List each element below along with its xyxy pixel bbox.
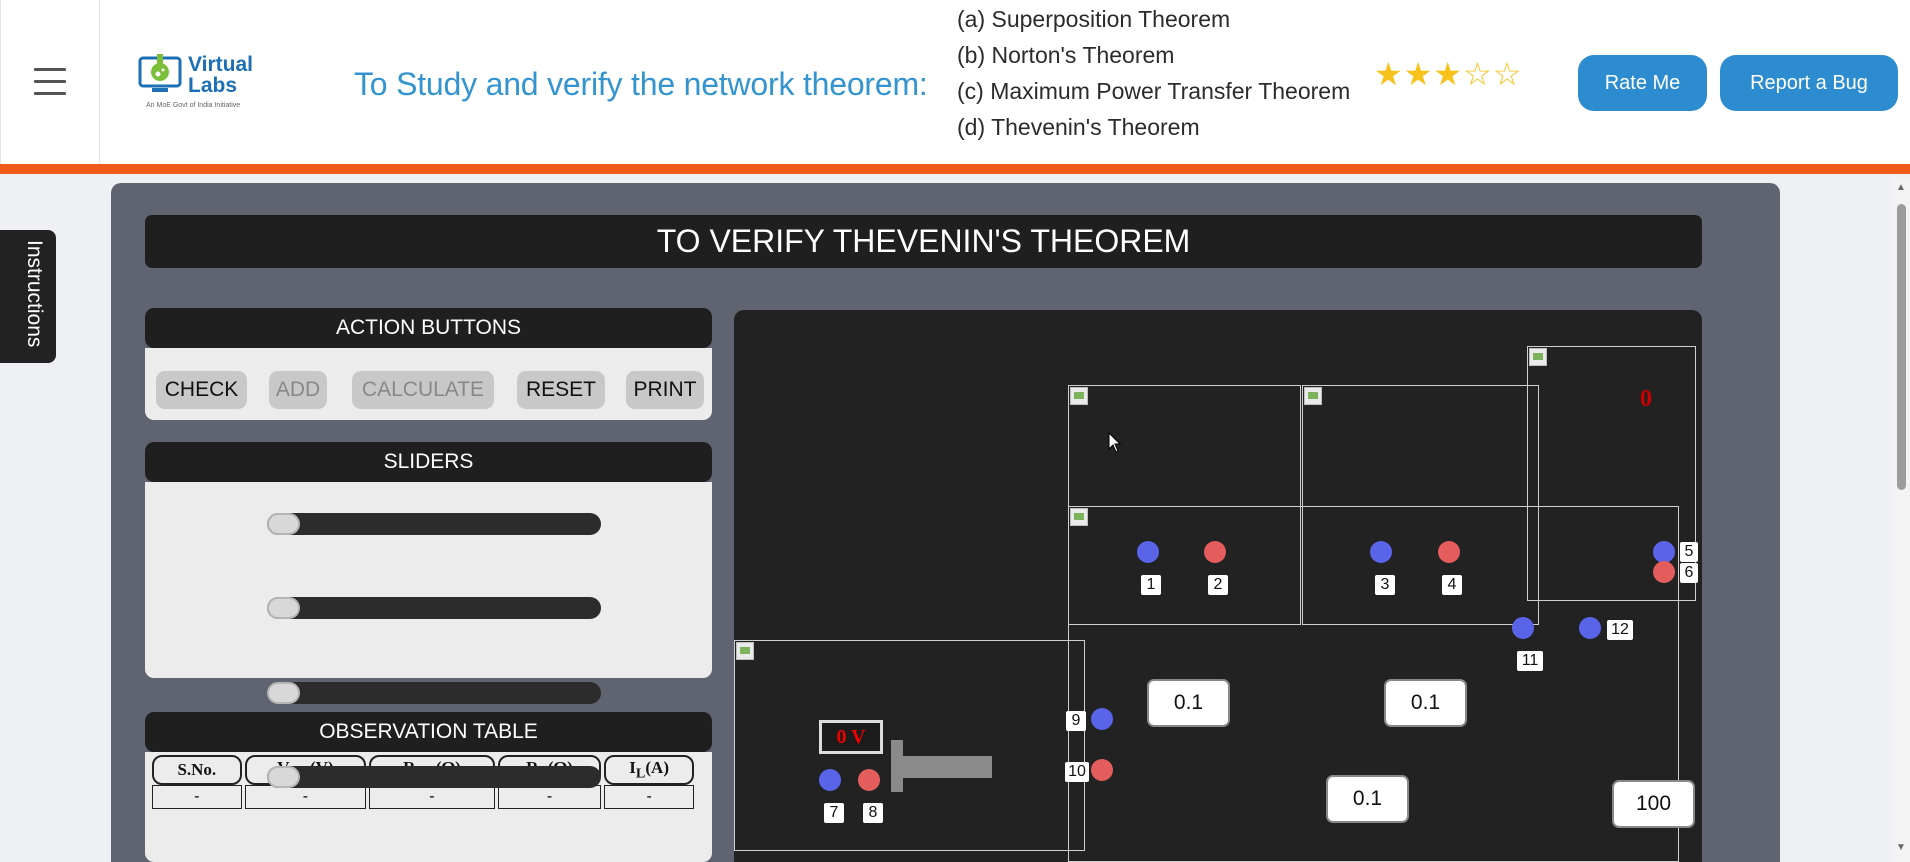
terminal-label: 1 [1141, 575, 1161, 595]
logo-text: Virtual Labs [188, 53, 253, 97]
broken-image-icon [1529, 348, 1547, 366]
check-button[interactable]: CHECK [156, 371, 247, 409]
terminal-label: 8 [863, 803, 883, 823]
terminal-label: 2 [1208, 575, 1228, 595]
table-cell: - [497, 785, 602, 809]
voltage-knob[interactable] [896, 756, 992, 778]
experiment-title: TO VERIFY THEVENIN'S THEOREM [145, 215, 1702, 268]
terminal-1[interactable] [1137, 541, 1159, 563]
column-header: IL(A) [604, 755, 694, 785]
terminal-10[interactable] [1091, 759, 1113, 781]
hamburger-menu-icon[interactable] [34, 68, 66, 104]
star-empty-icon[interactable]: ☆ [1463, 56, 1493, 92]
action-buttons-heading: ACTION BUTTONS [145, 308, 712, 348]
terminal-5[interactable] [1653, 541, 1675, 563]
table-cell: - [152, 785, 242, 809]
instructions-tab[interactable]: Instructions [0, 230, 56, 363]
terminal-label: 7 [824, 803, 844, 823]
theorem-item: (d) Thevenin's Theorem [957, 114, 1200, 140]
slider-track[interactable] [267, 597, 601, 619]
voltage-display: 0 V [819, 720, 883, 754]
power-supply-image [734, 640, 1085, 851]
theorem-item: (c) Maximum Power Transfer Theorem [957, 78, 1351, 104]
terminal-9[interactable] [1091, 708, 1113, 730]
print-button[interactable]: PRINT [626, 371, 704, 409]
resistance-input-r2[interactable]: 0.1 [1384, 679, 1467, 727]
report-bug-button[interactable]: Report a Bug [1720, 55, 1898, 111]
mouse-cursor-icon [1108, 432, 1122, 453]
terminal-label: 11 [1517, 651, 1543, 671]
terminal-label: 12 [1607, 620, 1633, 640]
reset-button[interactable]: RESET [517, 371, 605, 409]
scroll-down-arrow-icon[interactable]: ▼ [1896, 842, 1906, 853]
table-cell: - [369, 785, 495, 809]
sliders-heading: SLIDERS [145, 442, 712, 482]
terminal-label: 4 [1442, 575, 1462, 595]
terminal-4[interactable] [1438, 541, 1460, 563]
star-filled-icon[interactable]: ★ [1433, 56, 1463, 92]
theorem-item: (a) Superposition Theorem [957, 6, 1231, 32]
terminal-11[interactable] [1512, 617, 1534, 639]
broken-image-icon [736, 642, 754, 660]
header-accent-bar [0, 164, 1910, 174]
table-cell: - [604, 785, 694, 809]
scrollbar-thumb[interactable] [1897, 204, 1906, 490]
theorem-item: (b) Norton's Theorem [957, 42, 1175, 68]
broken-image-icon [1070, 387, 1088, 405]
scroll-up-arrow-icon[interactable]: ▲ [1896, 182, 1906, 193]
terminal-label: 3 [1375, 575, 1395, 595]
resistance-input-r1[interactable]: 0.1 [1147, 679, 1230, 727]
logo-tagline: An MoE Govt of India Initiative [146, 102, 241, 109]
observation-table-heading: OBSERVATION TABLE [145, 712, 712, 752]
slider-handle[interactable] [267, 766, 300, 788]
broken-image-icon [1070, 508, 1088, 526]
calculate-button[interactable]: CALCULATE [352, 371, 494, 409]
terminal-label: 10 [1065, 762, 1089, 782]
rating-stars[interactable]: ★★★☆☆ [1374, 58, 1522, 90]
rate-me-button[interactable]: Rate Me [1578, 55, 1707, 111]
page-heading: To Study and verify the network theorem: [354, 66, 928, 102]
terminal-label: 5 [1680, 542, 1698, 562]
star-filled-icon[interactable]: ★ [1374, 56, 1404, 92]
instructions-tab-label: Instructions [23, 240, 46, 348]
ammeter-reading: 0 [1640, 386, 1652, 412]
slider-handle[interactable] [267, 682, 300, 704]
terminal-8[interactable] [858, 769, 880, 791]
column-header: S.No. [152, 755, 242, 785]
menu-cell [0, 0, 100, 164]
add-button[interactable]: ADD [269, 371, 327, 409]
star-empty-icon[interactable]: ☆ [1493, 56, 1523, 92]
slider-handle[interactable] [267, 597, 300, 619]
terminal-3[interactable] [1370, 541, 1392, 563]
slider-track[interactable] [267, 682, 601, 704]
broken-image-icon [1304, 387, 1322, 405]
resistance-input-r3[interactable]: 0.1 [1326, 775, 1409, 823]
slider-track[interactable] [267, 513, 601, 535]
sliders-panel [145, 482, 712, 678]
slider-handle[interactable] [267, 513, 300, 535]
load-resistance-input[interactable]: 100 [1612, 780, 1695, 828]
site-header: Virtual Labs An MoE Govt of India Initia… [0, 0, 1910, 164]
star-filled-icon[interactable]: ★ [1404, 56, 1434, 92]
terminal-2[interactable] [1204, 541, 1226, 563]
table-cell: - [244, 785, 367, 809]
terminal-label: 9 [1066, 711, 1086, 731]
slider-track[interactable] [267, 766, 601, 788]
terminal-label: 6 [1680, 563, 1698, 583]
theorem-list: (a) Superposition Theorem (b) Norton's T… [957, 2, 1350, 146]
lab-flask-icon [138, 54, 182, 92]
virtual-labs-logo[interactable]: Virtual Labs An MoE Govt of India Initia… [138, 48, 253, 114]
table-row: - - - - - [152, 785, 694, 809]
terminal-6[interactable] [1653, 561, 1675, 583]
terminal-7[interactable] [819, 769, 841, 791]
terminal-12[interactable] [1579, 617, 1601, 639]
